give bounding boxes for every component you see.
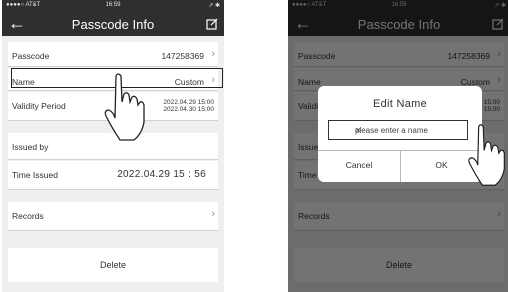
passcode-value: 147258369 — [161, 51, 204, 61]
edit-name-dialog: Edit Name please enter a name ✕ Cancel O… — [318, 86, 482, 182]
issued-by-label: Issued by — [12, 142, 49, 152]
delete-button[interactable]: Delete — [8, 248, 218, 282]
records-row[interactable]: Records › — [8, 202, 218, 231]
validity-start: 2022.04.29 15:00 — [163, 99, 214, 106]
edit-icon[interactable] — [206, 18, 218, 30]
validity-value: 2022.04.29 15:00 2022.04.30 15:00 — [163, 99, 214, 113]
validity-end: 2022.04.30 15:00 — [163, 106, 214, 113]
pointing-hand-icon — [468, 124, 505, 186]
validity-label: Validity Period — [12, 101, 66, 111]
clear-icon[interactable]: ✕ — [355, 126, 463, 135]
chevron-right-icon: › — [211, 48, 215, 60]
page-title: Passcode Info — [71, 17, 155, 32]
chevron-right-icon: › — [211, 208, 215, 220]
delete-label: Delete — [99, 260, 126, 270]
time-issued-label: Time Issued — [12, 170, 58, 180]
name-input[interactable]: please enter a name ✕ — [328, 120, 468, 140]
nav-bar: ← Passcode Info — [2, 12, 224, 36]
status-icons: ↗ ✱ — [208, 3, 220, 9]
dialog-title: Edit Name — [372, 98, 428, 110]
passcode-row[interactable]: Passcode 147258369 › — [8, 42, 218, 67]
time-issued-row: Time Issued 2022.04.29 15 : 56 — [8, 161, 218, 190]
pointing-hand-icon — [104, 73, 145, 141]
status-time: 16:59 — [105, 2, 121, 8]
phone-screen-right: ●●●●○ AT&T 16:59 ↗ ✱ ← Passcode Info Pas… — [288, 0, 508, 292]
phone-screen-left: ●●●●○ AT&T 16:59 ↗ ✱ ← Passcode Info Pas… — [2, 0, 224, 292]
records-label: Records — [12, 211, 44, 221]
passcode-label: Passcode — [12, 51, 50, 61]
cancel-button[interactable]: Cancel — [318, 160, 400, 170]
status-bar: ●●●●○ AT&T 16:59 ↗ ✱ — [2, 0, 224, 12]
time-issued-value: 2022.04.29 15 : 56 — [117, 169, 206, 180]
